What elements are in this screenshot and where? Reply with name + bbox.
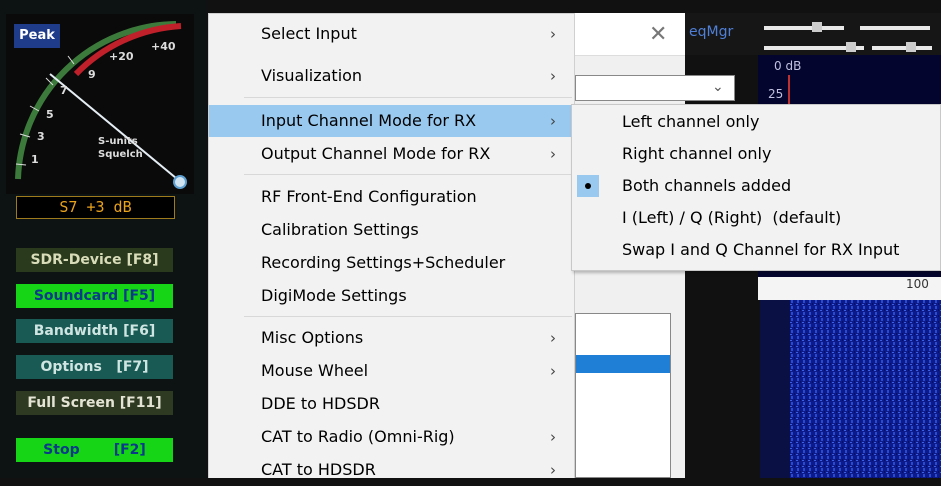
stop-button[interactable]: Stop [F2]	[16, 438, 173, 462]
menu-item-misc-options[interactable]: Misc Options ›	[209, 322, 574, 354]
waterfall-display[interactable]	[760, 300, 941, 478]
options-menu: Select Input › Visualization › Input Chann…	[208, 13, 575, 479]
slider-thumb[interactable]	[812, 22, 822, 32]
options-button[interactable]: Options [F7]	[16, 355, 173, 379]
menu-item-mouse-wheel[interactable]: Mouse Wheel ›	[209, 355, 574, 387]
menu-item-label: DigiMode Settings	[261, 286, 407, 305]
menu-item-label: CAT to Radio (Omni-Rig)	[261, 427, 455, 446]
menu-item-select-input[interactable]: Select Input ›	[209, 18, 574, 50]
chevron-right-icon: ›	[550, 362, 556, 380]
chevron-right-icon: ›	[550, 25, 556, 43]
menu-separator	[244, 97, 572, 98]
meter-needle	[49, 73, 183, 184]
scale-label: 3	[37, 130, 45, 143]
submenu-item-left-channel[interactable]: Left channel only	[572, 106, 940, 138]
chevron-right-icon: ›	[550, 67, 556, 85]
channel-mode-submenu: Left channel only Right channel only Bot…	[571, 104, 941, 271]
submenu-item-iq-default[interactable]: I (Left) / Q (Right) (default)	[572, 202, 940, 234]
signal-reading: S7 +3 dB	[16, 196, 175, 219]
meter-needle-knob[interactable]	[173, 175, 187, 189]
menu-item-label: Misc Options	[261, 328, 364, 347]
waterfall-noise	[760, 300, 941, 478]
submenu-item-right-channel[interactable]: Right channel only	[572, 138, 940, 170]
scale-label: 5	[46, 108, 54, 121]
menu-item-label: Visualization	[261, 66, 363, 85]
menu-item-label: Input Channel Mode for RX	[261, 111, 477, 130]
dialog-title-bar	[575, 13, 685, 56]
menu-item-rf-front-end[interactable]: RF Front-End Configuration	[209, 181, 574, 213]
scale-label: +40	[151, 40, 176, 53]
chevron-right-icon: ›	[550, 428, 556, 446]
slider-thumb[interactable]	[906, 42, 916, 52]
slider-thumb[interactable]	[846, 42, 856, 52]
dialog-listbox[interactable]	[575, 313, 671, 478]
slider-group	[764, 22, 932, 52]
full-screen-button[interactable]: Full Screen [F11]	[16, 391, 173, 415]
menu-item-dde[interactable]: DDE to HDSDR	[209, 388, 574, 420]
menu-item-label: Select Input	[261, 24, 357, 43]
peak-button[interactable]: Peak	[14, 24, 60, 48]
menu-item-calibration[interactable]: Calibration Settings	[209, 214, 574, 246]
submenu-item-label: Swap I and Q Channel for RX Input	[622, 240, 900, 259]
menu-item-output-channel-mode[interactable]: Output Channel Mode for RX ›	[209, 138, 574, 170]
menu-item-label: Output Channel Mode for RX	[261, 144, 491, 163]
submenu-item-label: I (Left) / Q (Right) (default)	[622, 208, 842, 227]
menu-item-label: DDE to HDSDR	[261, 394, 380, 413]
submenu-item-label: Right channel only	[622, 144, 772, 163]
chevron-right-icon: ›	[550, 145, 556, 163]
menu-item-input-channel-mode[interactable]: Input Channel Mode for RX ›	[209, 105, 574, 137]
menu-item-cat-hdsdr[interactable]: CAT to HDSDR ›	[209, 454, 574, 486]
sdr-device-button[interactable]: SDR-Device [F8]	[16, 248, 173, 272]
menu-item-visualization[interactable]: Visualization ›	[209, 60, 574, 92]
close-icon[interactable]: ✕	[649, 22, 667, 47]
freqmgr-button[interactable]: eqMgr	[689, 24, 733, 40]
axis-label: 100	[906, 277, 929, 291]
scale-label: 7	[60, 84, 68, 97]
menu-item-label: RF Front-End Configuration	[261, 187, 477, 206]
submenu-item-label: Both channels added	[622, 176, 792, 195]
menu-separator	[244, 174, 572, 175]
squelch-label: Squelch	[98, 149, 143, 160]
menu-item-recording[interactable]: Recording Settings+Scheduler	[209, 247, 574, 279]
menu-item-label: Mouse Wheel	[261, 361, 369, 380]
menu-item-label: CAT to HDSDR	[261, 460, 376, 479]
scale-label: +20	[109, 50, 134, 63]
spectrum-scale-label: 25	[768, 87, 784, 101]
chevron-right-icon: ›	[550, 112, 556, 130]
menu-separator	[244, 316, 572, 317]
list-item-selected[interactable]	[576, 355, 670, 373]
scale-label: 1	[31, 153, 39, 166]
soundcard-button[interactable]: Soundcard [F5]	[16, 284, 173, 308]
chevron-right-icon: ›	[550, 461, 556, 479]
menu-item-digimode[interactable]: DigiMode Settings	[209, 280, 574, 312]
chevron-right-icon: ›	[550, 329, 556, 347]
chevron-down-icon[interactable]: ⌄	[712, 79, 724, 95]
menu-item-label: Calibration Settings	[261, 220, 419, 239]
submenu-item-swap-iq[interactable]: Swap I and Q Channel for RX Input	[572, 234, 940, 266]
submenu-item-label: Left channel only	[622, 112, 760, 131]
bandwidth-button[interactable]: Bandwidth [F6]	[16, 319, 173, 343]
s-units-label: S-units	[98, 136, 138, 147]
menu-item-cat-omni-rig[interactable]: CAT to Radio (Omni-Rig) ›	[209, 421, 574, 453]
radio-checked-icon	[577, 175, 599, 197]
dialog-combobox[interactable]	[575, 75, 735, 101]
submenu-item-both-channels[interactable]: Both channels added	[572, 170, 940, 202]
spectrum-top-label: 0 dB	[774, 59, 802, 73]
menu-item-label: Recording Settings+Scheduler	[261, 253, 506, 272]
scale-label: 9	[88, 68, 96, 81]
